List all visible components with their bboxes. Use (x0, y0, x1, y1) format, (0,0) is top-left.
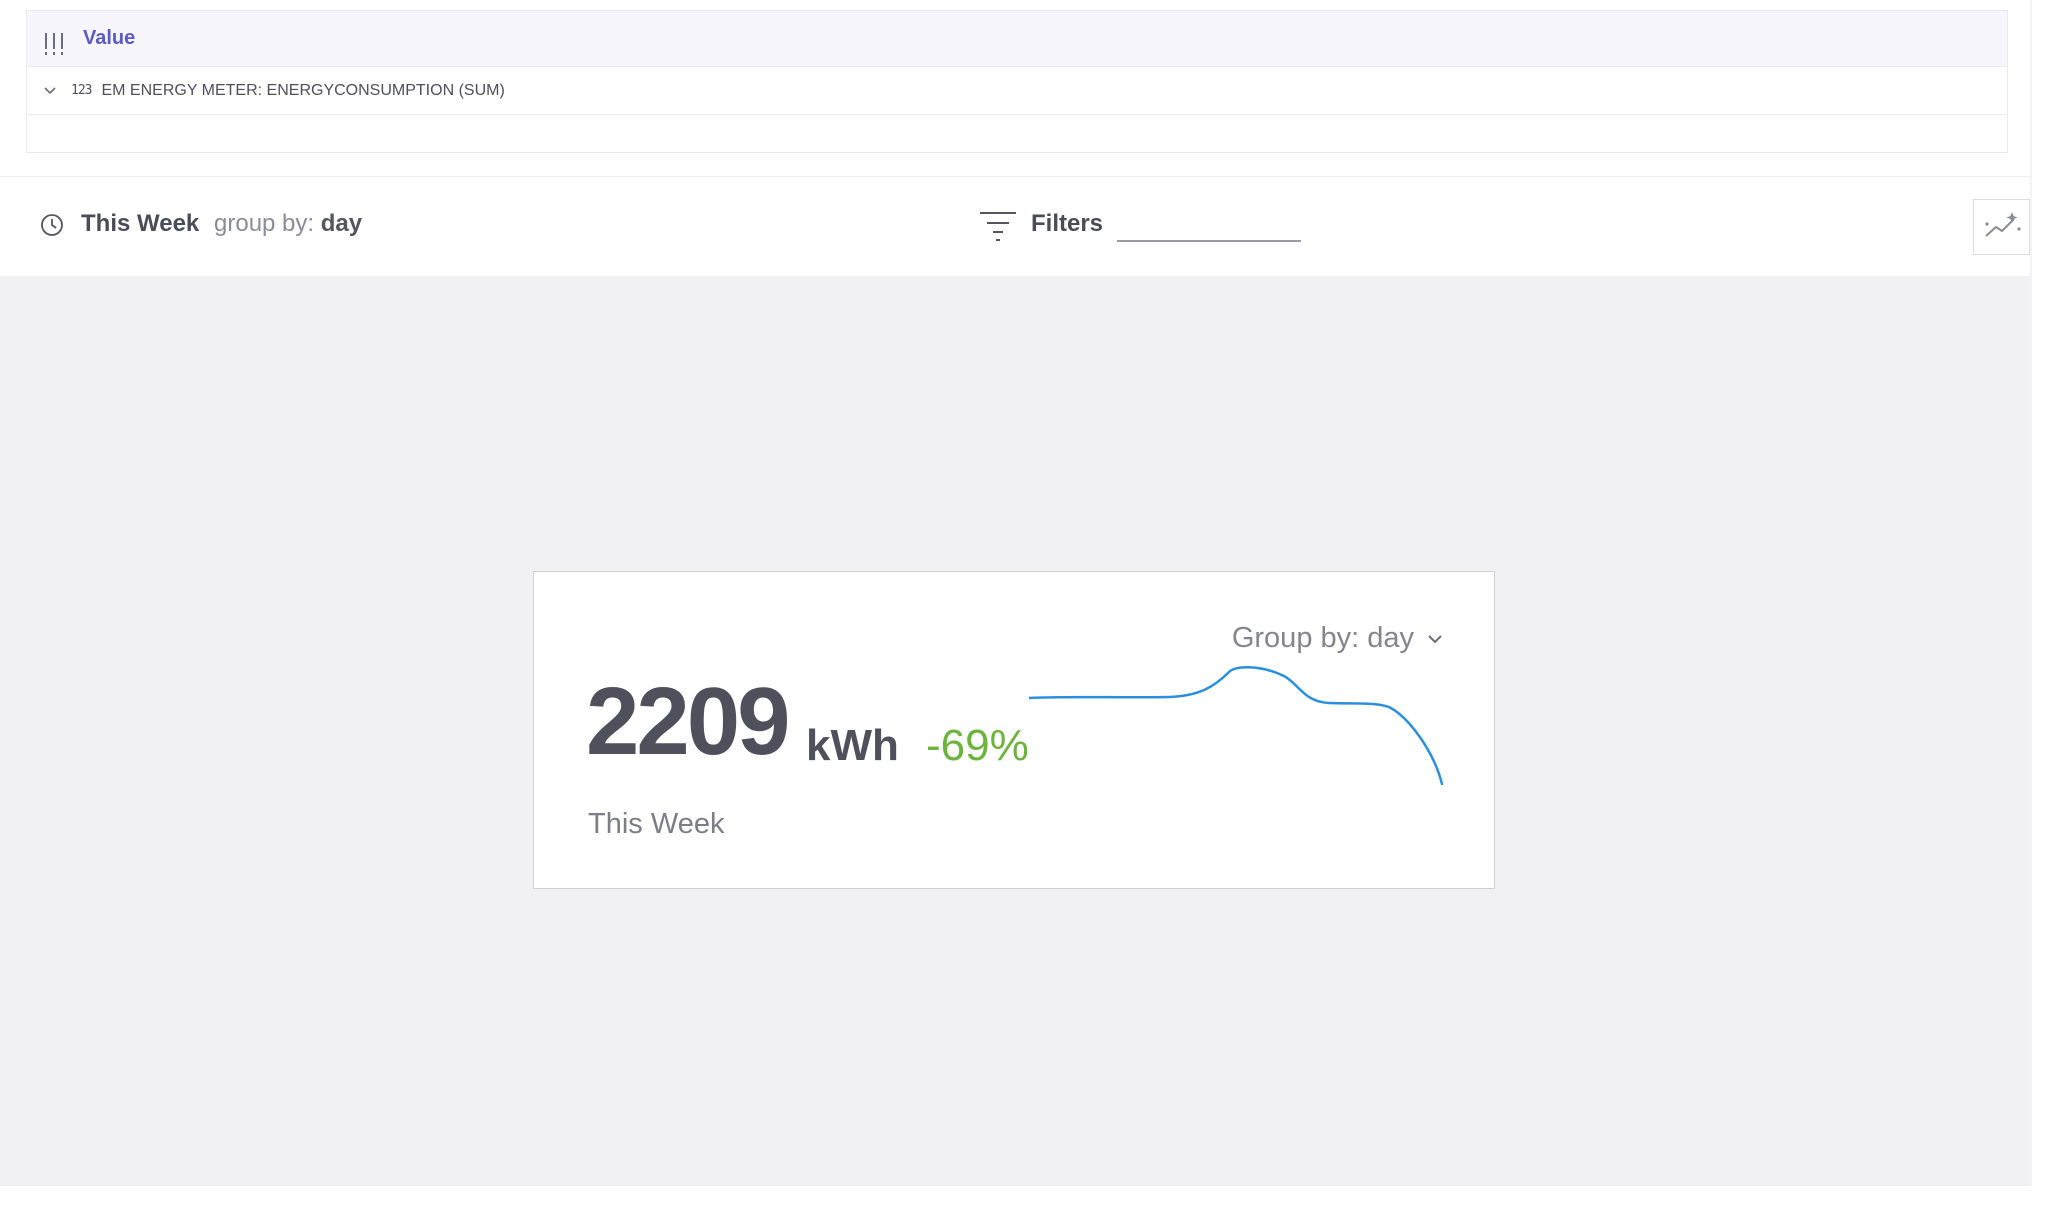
chevron-down-icon (1428, 634, 1442, 643)
numeric-type-icon: 123 (71, 83, 93, 98)
kpi-period-label: This Week (588, 808, 725, 840)
chart-type-button[interactable] (1973, 199, 2030, 255)
group-by-value: day (320, 210, 363, 237)
sparkline-chart-icon (1985, 212, 2021, 237)
toolbar: This Week group by: day Filters (0, 177, 2030, 276)
measure-label: EM ENERGY METER: ENERGYCONSUMPTION (SUM) (101, 81, 505, 99)
time-range-label[interactable]: This Week (81, 210, 199, 238)
sparkline-line (1029, 666, 1444, 786)
kpi-card: Group by: day 2209 kWh -69% This Week (533, 571, 1495, 889)
scrollbar-track[interactable] (2030, 0, 2032, 1186)
measure-row[interactable]: 123 EM ENERGY METER: ENERGYCONSUMPTION (… (27, 67, 2007, 115)
filters-input[interactable] (1117, 240, 1301, 242)
exclamation-bars-icon (45, 29, 63, 55)
group-by-label: group by: (214, 210, 315, 237)
value-panel: Value 123 EM ENERGY METER: ENERGYCONSUMP… (26, 10, 2008, 153)
card-group-by-label: Group by: day (1231, 622, 1414, 654)
visualization-canvas: Group by: day 2209 kWh -69% This Week (0, 276, 2030, 1186)
kpi-value: 2209 (586, 668, 791, 775)
kpi-unit: kWh (806, 721, 899, 770)
value-header[interactable]: Value (27, 11, 2007, 67)
filter-icon[interactable] (978, 209, 1018, 243)
filters-label: Filters (1031, 210, 1104, 237)
sparkline (1029, 666, 1444, 786)
value-title: Value (83, 27, 136, 49)
kpi-delta: -69% (926, 721, 1029, 770)
group-by-selector[interactable]: group by: day (214, 210, 362, 238)
card-group-by-dropdown[interactable]: Group by: day (1232, 622, 1444, 655)
chevron-down-icon[interactable] (41, 82, 59, 100)
clock-icon[interactable] (40, 213, 64, 237)
